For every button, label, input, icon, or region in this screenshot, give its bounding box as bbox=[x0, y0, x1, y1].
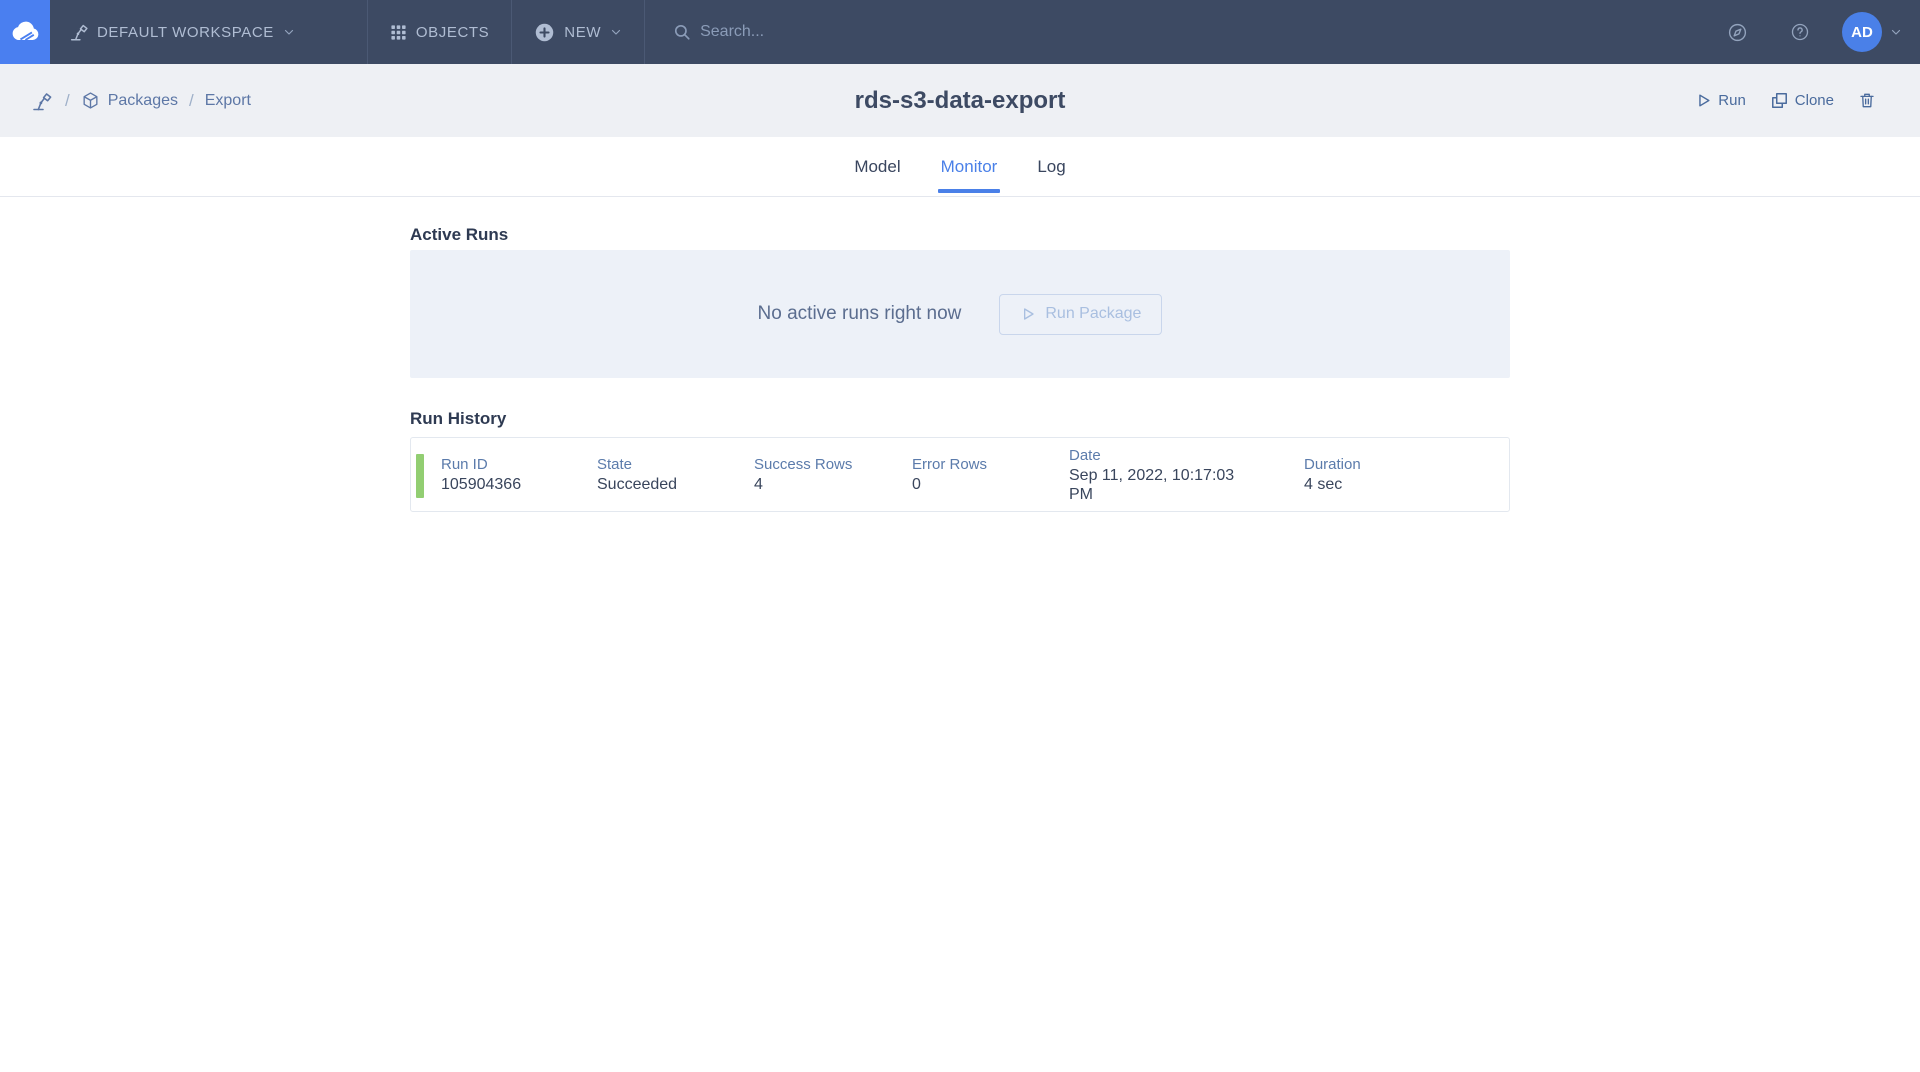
objects-label: OBJECTS bbox=[416, 24, 489, 41]
search-icon bbox=[673, 23, 691, 41]
clone-button-label: Clone bbox=[1795, 92, 1834, 109]
run-status-indicator bbox=[416, 454, 424, 498]
delete-button[interactable] bbox=[1858, 91, 1876, 110]
search-area bbox=[645, 23, 1727, 41]
error-rows-cell: Error Rows 0 bbox=[912, 455, 1069, 494]
date-cell: Date Sep 11, 2022, 10:17:03 PM bbox=[1069, 446, 1304, 504]
run-id-value: 105904366 bbox=[441, 475, 597, 494]
chevron-down-icon bbox=[610, 26, 622, 38]
tab-monitor[interactable]: Monitor bbox=[938, 137, 1001, 196]
breadcrumb-export[interactable]: Export bbox=[205, 92, 251, 110]
date-label: Date bbox=[1069, 446, 1304, 465]
tab-bar: Model Monitor Log bbox=[0, 137, 1920, 197]
header-actions: Run Clone bbox=[1695, 91, 1920, 110]
search-input[interactable] bbox=[700, 23, 1200, 41]
avatar[interactable]: AD bbox=[1842, 12, 1882, 52]
run-history-heading: Run History bbox=[410, 409, 1510, 429]
state-label: State bbox=[597, 455, 754, 474]
run-id-cell: Run ID 105904366 bbox=[441, 455, 597, 494]
tab-model[interactable]: Model bbox=[851, 137, 903, 196]
run-button-label: Run bbox=[1718, 92, 1746, 109]
app-screen: DEFAULT WORKSPACE OBJECTS bbox=[0, 0, 1920, 1072]
monitor-panel: Active Runs No active runs right now Run… bbox=[410, 225, 1510, 512]
state-value: Succeeded bbox=[597, 475, 754, 494]
duration-value: 4 sec bbox=[1304, 475, 1509, 494]
top-navigation-bar: DEFAULT WORKSPACE OBJECTS bbox=[0, 0, 1920, 64]
chevron-down-icon[interactable] bbox=[1890, 26, 1902, 38]
desk-lamp-icon bbox=[68, 21, 90, 43]
workspace-label: DEFAULT WORKSPACE bbox=[97, 24, 274, 41]
cloud-logo-icon bbox=[9, 16, 41, 48]
help-icon[interactable] bbox=[1790, 22, 1810, 42]
run-package-label: Run Package bbox=[1045, 305, 1141, 323]
duration-cell: Duration 4 sec bbox=[1304, 455, 1509, 494]
breadcrumb-packages-label: Packages bbox=[108, 92, 178, 110]
app-logo[interactable] bbox=[0, 0, 50, 64]
breadcrumb-separator: / bbox=[65, 91, 70, 111]
grid-icon bbox=[390, 24, 407, 41]
desk-lamp-icon bbox=[30, 89, 54, 113]
page-title: rds-s3-data-export bbox=[855, 87, 1066, 115]
error-rows-label: Error Rows bbox=[912, 455, 1069, 474]
run-id-label: Run ID bbox=[441, 455, 597, 474]
topbar-right-cluster: AD bbox=[1727, 12, 1920, 52]
active-runs-heading: Active Runs bbox=[410, 225, 1510, 245]
new-menu[interactable]: NEW bbox=[512, 0, 645, 64]
no-active-runs-text: No active runs right now bbox=[758, 303, 962, 325]
workspace-selector[interactable]: DEFAULT WORKSPACE bbox=[50, 0, 368, 64]
new-label: NEW bbox=[564, 24, 601, 41]
breadcrumb: / Packages / Export bbox=[0, 89, 251, 113]
success-rows-cell: Success Rows 4 bbox=[754, 455, 912, 494]
breadcrumb-packages[interactable]: Packages bbox=[81, 91, 178, 110]
play-icon bbox=[1695, 92, 1712, 109]
breadcrumb-home[interactable] bbox=[30, 89, 54, 113]
run-button[interactable]: Run bbox=[1695, 92, 1746, 109]
package-header-bar: / Packages / Export rds-s3-data-export bbox=[0, 64, 1920, 137]
success-rows-value: 4 bbox=[754, 475, 912, 494]
success-rows-label: Success Rows bbox=[754, 455, 912, 474]
play-icon bbox=[1020, 306, 1036, 322]
copy-icon bbox=[1770, 91, 1789, 110]
breadcrumb-separator: / bbox=[189, 91, 194, 111]
plus-circle-icon bbox=[534, 22, 555, 43]
compass-icon[interactable] bbox=[1727, 22, 1748, 43]
objects-menu[interactable]: OBJECTS bbox=[368, 0, 512, 64]
clone-button[interactable]: Clone bbox=[1770, 91, 1834, 110]
error-rows-value: 0 bbox=[912, 475, 1069, 494]
tab-log[interactable]: Log bbox=[1034, 137, 1068, 196]
chevron-down-icon bbox=[283, 26, 295, 38]
trash-icon bbox=[1858, 91, 1876, 110]
date-value: Sep 11, 2022, 10:17:03 PM bbox=[1069, 466, 1249, 504]
duration-label: Duration bbox=[1304, 455, 1509, 474]
state-cell: State Succeeded bbox=[597, 455, 754, 494]
breadcrumb-export-label: Export bbox=[205, 92, 251, 110]
active-runs-empty-panel: No active runs right now Run Package bbox=[410, 250, 1510, 378]
run-history-row[interactable]: Run ID 105904366 State Succeeded Success… bbox=[410, 437, 1510, 512]
package-cube-icon bbox=[81, 91, 100, 110]
run-package-button[interactable]: Run Package bbox=[999, 294, 1162, 335]
